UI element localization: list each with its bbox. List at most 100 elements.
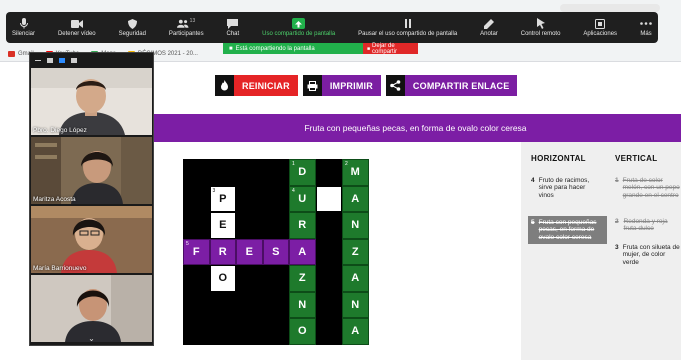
cell-letter: O xyxy=(218,272,228,285)
crossword-block xyxy=(315,318,342,345)
shield-icon: ■ xyxy=(229,45,233,52)
strip-view-icon[interactable] xyxy=(59,57,65,63)
clue-text: Redonda y roja fruta dulce xyxy=(623,218,668,233)
reiniciar-button[interactable]: REINICIAR xyxy=(215,75,298,96)
printer-icon xyxy=(302,75,322,96)
action-buttons: REINICIAR IMPRIMIR COMPARTIR ENLACE xyxy=(215,75,518,96)
crossword-cell[interactable] xyxy=(315,185,342,212)
cell-letter: A xyxy=(351,272,360,285)
crossword-block xyxy=(183,265,210,292)
cell-letter: N xyxy=(298,298,307,311)
cell-letter: R xyxy=(218,245,227,258)
crossword-cell[interactable]: Z xyxy=(289,265,316,292)
toolbar-more-button[interactable]: Más xyxy=(640,12,652,43)
toolbar-apps-button[interactable]: Aplicaciones xyxy=(583,12,617,43)
clue-vertical-1[interactable]: 1 Fruta de color melón, con un pepo gran… xyxy=(615,177,681,199)
clue-text: Fruta con silueta de mujer, de color ver… xyxy=(622,244,680,266)
horizontal-heading: HORIZONTAL xyxy=(531,154,586,163)
minimize-icon[interactable] xyxy=(35,59,41,61)
toolbar-microphone-button[interactable]: Silenciar xyxy=(12,12,35,43)
browser-tab[interactable] xyxy=(560,4,660,12)
cell-letter: A xyxy=(298,245,307,258)
crossword-cell[interactable]: S xyxy=(262,238,289,265)
toolbar-share-screen-button[interactable]: Uso compartido de pantalla xyxy=(262,12,335,43)
vertical-heading: VERTICAL xyxy=(615,154,658,163)
crossword-cell[interactable]: 5F xyxy=(183,238,210,265)
microphone-icon xyxy=(18,18,30,29)
crossword-cell[interactable]: A xyxy=(342,265,369,292)
stop-sharing-button[interactable]: ■ Dejar de compartir xyxy=(363,42,418,55)
cell-letter: A xyxy=(351,325,360,338)
video-tile-2[interactable]: Maritza Acosta xyxy=(31,137,152,204)
crossword-block xyxy=(315,159,342,186)
video-tile-1[interactable]: Pbro. Diego López xyxy=(31,68,152,135)
crossword-cell[interactable]: 4U xyxy=(289,185,316,212)
chevron-down-icon: ⌄ xyxy=(88,333,95,343)
crossword-cell[interactable]: N xyxy=(342,212,369,239)
crossword-block xyxy=(262,185,289,212)
clue-vertical-3[interactable]: 3 Fruta con silueta de mujer, de color v… xyxy=(615,244,681,266)
toolbar-remote-control-button[interactable]: Control remoto xyxy=(521,12,560,43)
crossword-block xyxy=(236,212,263,239)
chat-icon xyxy=(227,18,239,29)
crossword-cell[interactable]: 3P xyxy=(209,185,236,212)
cell-letter: Z xyxy=(351,245,359,258)
crossword-cell[interactable]: A xyxy=(342,185,369,212)
grid-view-icon[interactable] xyxy=(71,57,77,63)
crossword-cell[interactable]: Z xyxy=(342,238,369,265)
clue-horizontal-4[interactable]: 4 Fruto de racimos, sirve para hacer vin… xyxy=(531,177,601,199)
current-clue-bar: Fruta con pequeñas pecas, en forma de ov… xyxy=(150,114,681,142)
clue-horizontal-5[interactable]: 5 Fruta con pequeñas pecas, en forma de … xyxy=(528,216,607,245)
toolbar-shield-button[interactable]: Seguridad xyxy=(119,12,146,43)
cell-letter: F xyxy=(192,245,200,258)
participant-video xyxy=(31,137,152,204)
imprimir-button[interactable]: IMPRIMIR xyxy=(302,75,381,96)
crossword-block xyxy=(315,291,342,318)
single-view-icon[interactable] xyxy=(47,57,53,63)
crossword-block xyxy=(183,159,210,186)
participants-icon: 13 xyxy=(177,18,195,29)
zoom-meeting-toolbar: Silenciar Detener vídeo Seguridad 13 Partici… xyxy=(6,12,658,43)
clue-number: 2 xyxy=(615,218,619,225)
crossword-cell[interactable]: N xyxy=(289,291,316,318)
crossword-cell[interactable]: R xyxy=(289,212,316,239)
crossword-block xyxy=(262,265,289,292)
crossword-block xyxy=(236,318,263,345)
crossword-cell[interactable]: O xyxy=(289,318,316,345)
crossword-cell[interactable]: N xyxy=(342,291,369,318)
clue-number: 5 xyxy=(531,219,535,226)
crossword-grid: 1D2M3P4UAERN5FRESAZOZANNOA xyxy=(183,159,369,345)
crossword-cell[interactable]: 2M xyxy=(342,159,369,186)
crossword-cell[interactable]: E xyxy=(236,238,263,265)
toolbar-label: Uso compartido de pantalla xyxy=(262,31,336,37)
crossword-cell[interactable]: 1D xyxy=(289,159,316,186)
stop-sharing-label: Dejar de compartir xyxy=(372,42,398,55)
crossword-cell[interactable]: A xyxy=(342,318,369,345)
crossword-cell[interactable]: O xyxy=(209,265,236,292)
video-tile-3[interactable]: María Barrionuevo xyxy=(31,206,152,273)
participant-name: María Barrionuevo xyxy=(33,265,87,272)
crossword-cell[interactable]: R xyxy=(209,238,236,265)
cell-number: 3 xyxy=(212,187,216,194)
cell-letter: R xyxy=(298,219,307,232)
compartir-enlace-button[interactable]: COMPARTIR ENLACE xyxy=(385,75,518,96)
toolbar-participants-button[interactable]: 13 Participantes xyxy=(169,12,204,43)
toolbar-pen-button[interactable]: Anotar xyxy=(480,12,498,43)
toolbar-label: Participantes xyxy=(168,31,204,37)
crossword-cell[interactable]: A xyxy=(289,238,316,265)
flame-icon xyxy=(215,75,234,96)
toolbar-label: Más xyxy=(640,31,652,37)
toolbar-chat-button[interactable]: Chat xyxy=(226,12,240,43)
clue-vertical-2[interactable]: 2 Redonda y roja fruta dulce xyxy=(615,218,681,233)
crossword-cell[interactable]: E xyxy=(209,212,236,239)
participant-name: Pbro. Diego López xyxy=(33,127,87,134)
toolbar-pause-button[interactable]: Pausar el uso compartido de pantalla xyxy=(358,12,457,43)
toolbar-label: Chat xyxy=(226,31,240,37)
reiniciar-label: REINICIAR xyxy=(234,75,298,96)
toolbar-video-camera-button[interactable]: Detener vídeo xyxy=(58,12,96,43)
toolbar-label: Silenciar xyxy=(12,31,36,37)
crossword-block xyxy=(183,212,210,239)
gallery-scroll-down[interactable]: ⌄ xyxy=(30,331,153,345)
video-gallery: Pbro. Diego López Maritza Acosta María B… xyxy=(29,52,154,346)
crossword-block xyxy=(209,291,236,318)
